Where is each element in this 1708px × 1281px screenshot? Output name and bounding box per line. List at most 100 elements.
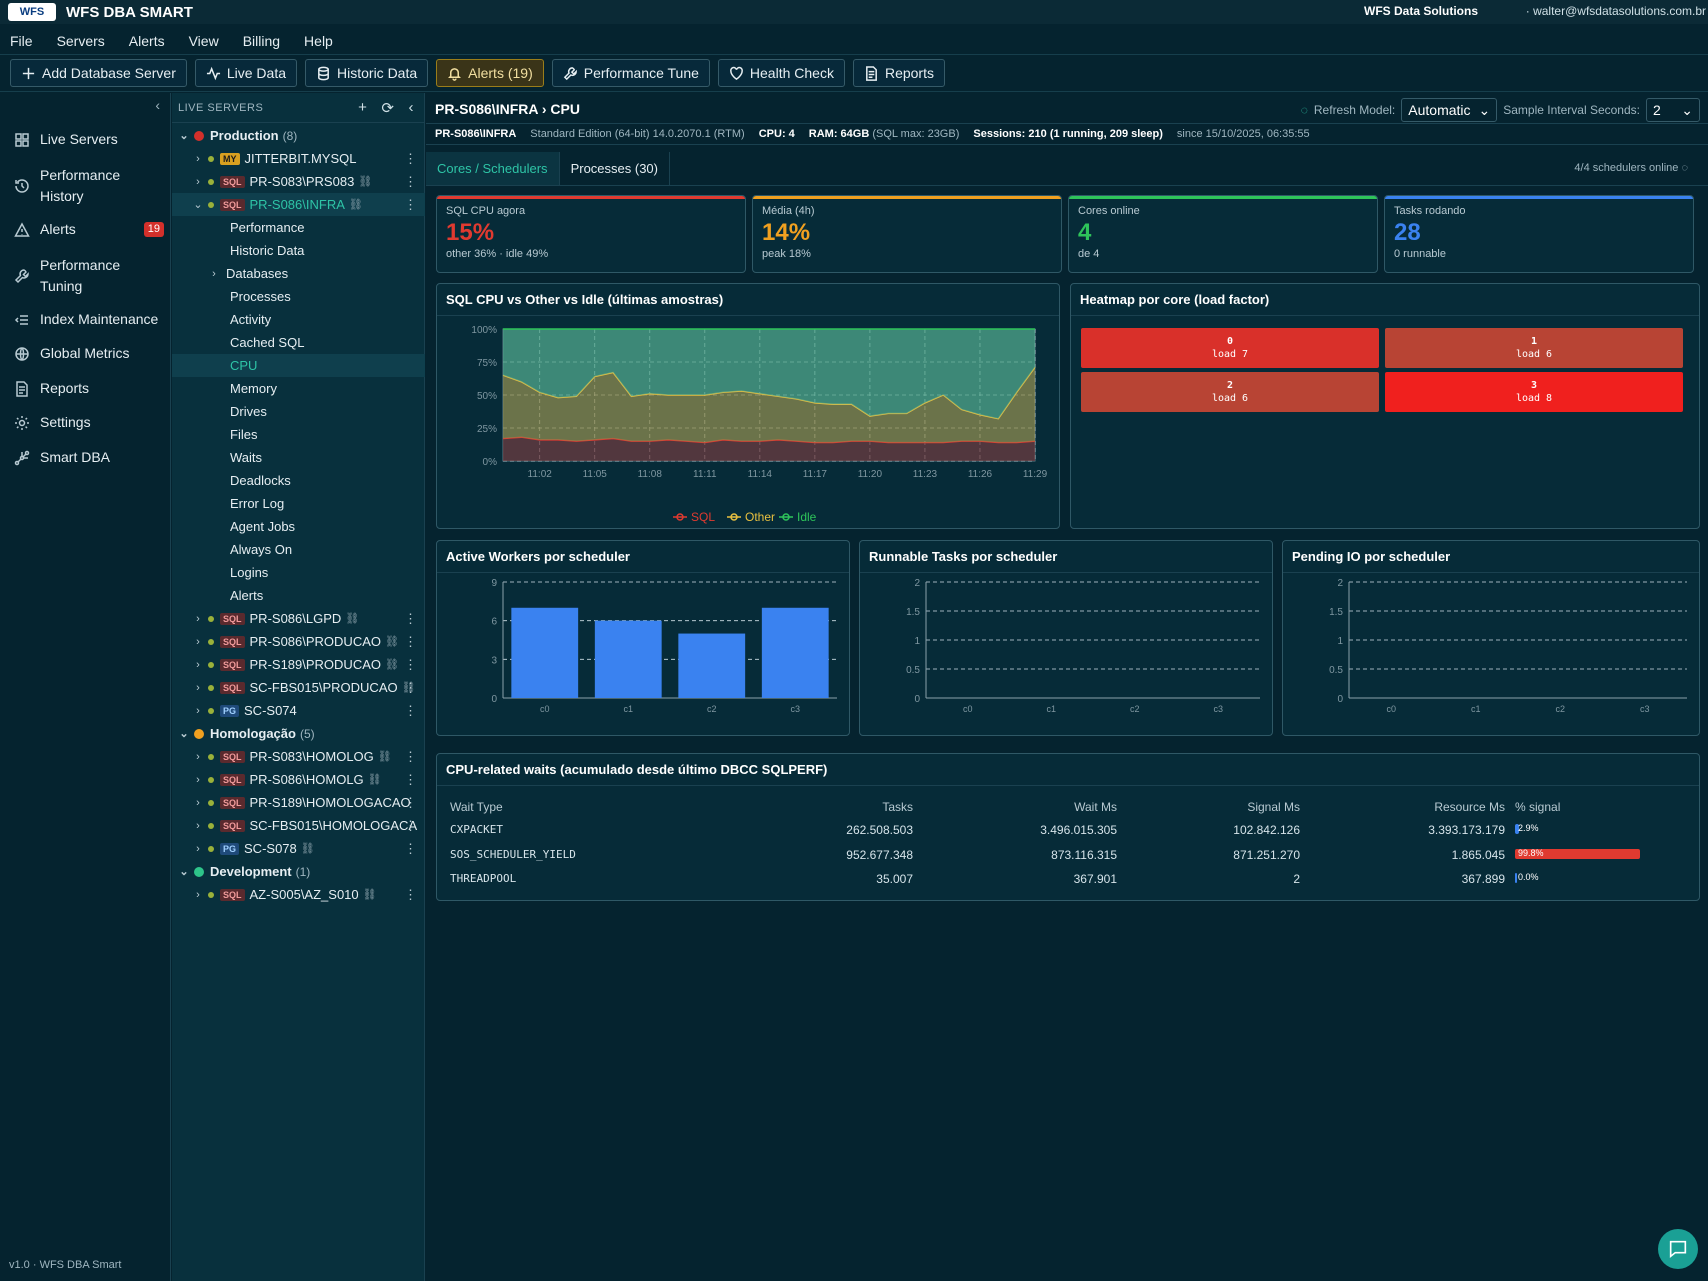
add-database-server-button[interactable]: Add Database Server bbox=[10, 59, 187, 87]
kebab-icon[interactable]: ⋮ bbox=[404, 772, 417, 788]
x-tick-label: 11:29 bbox=[1023, 469, 1048, 480]
nav-live-servers[interactable]: Live Servers bbox=[14, 129, 164, 150]
server-az[interactable]: › SQL AZ-S005\AZ_S010 ⛓ ⋮ bbox=[172, 883, 425, 906]
subitem-logins[interactable]: Logins bbox=[172, 561, 425, 584]
toolbar: Add Database Server Live Data Historic D… bbox=[0, 54, 1708, 92]
subitem-historic-data[interactable]: Historic Data bbox=[172, 239, 425, 262]
subitem-alerts[interactable]: Alerts bbox=[172, 584, 425, 607]
server-producao189[interactable]: › SQL PR-S189\PRODUCAO ⛓ ⋮ bbox=[172, 653, 425, 676]
menu-help[interactable]: Help bbox=[304, 33, 333, 49]
kebab-icon[interactable]: ⋮ bbox=[404, 680, 417, 696]
server-producao086[interactable]: › SQL PR-S086\PRODUCAO ⛓ ⋮ bbox=[172, 630, 425, 653]
nav-reports[interactable]: Reports bbox=[14, 378, 164, 399]
subitem-waits[interactable]: Waits bbox=[172, 446, 425, 469]
kebab-icon[interactable]: ⋮ bbox=[404, 887, 417, 903]
link-icon: ⛓ bbox=[385, 636, 399, 648]
server-jitterbit[interactable]: › MY JITTERBIT.MYSQL ⋮ bbox=[172, 147, 425, 170]
signal-percent-label: 99.8% bbox=[1518, 848, 1544, 858]
kebab-icon[interactable]: ⋮ bbox=[404, 634, 417, 650]
subitem-activity[interactable]: Activity bbox=[172, 308, 425, 331]
subitem-cpu[interactable]: CPU bbox=[172, 354, 425, 377]
health-check-button[interactable]: Health Check bbox=[717, 59, 845, 87]
subitem-agent-jobs[interactable]: Agent Jobs bbox=[172, 515, 425, 538]
refresh-icon[interactable]: ◌ bbox=[1681, 162, 1688, 174]
refresh-model-select[interactable]: Automatic ⌄ bbox=[1401, 98, 1498, 122]
kebab-icon[interactable]: ⋮ bbox=[404, 795, 417, 811]
x-tick-label: c2 bbox=[707, 704, 717, 714]
chevron-down-icon: ⌄ bbox=[1478, 101, 1491, 118]
live-data-button[interactable]: Live Data bbox=[194, 59, 298, 87]
server-schomolog[interactable]: › SQL SC-FBS015\HOMOLOGACA ⋮ bbox=[172, 814, 425, 837]
kebab-icon[interactable]: ⋮ bbox=[404, 818, 417, 834]
kebab-icon[interactable]: ⋮ bbox=[404, 611, 417, 627]
server-lgpd[interactable]: › SQL PR-S086\LGPD ⛓ ⋮ bbox=[172, 607, 425, 630]
warning-icon bbox=[14, 222, 30, 237]
subitem-files[interactable]: Files bbox=[172, 423, 425, 446]
nav-smart-dba[interactable]: Smart DBA bbox=[14, 447, 164, 468]
group-development[interactable]: ⌄ Development (1) bbox=[172, 860, 425, 883]
alerts-button[interactable]: Alerts (19) bbox=[436, 59, 544, 87]
historic-data-button[interactable]: Historic Data bbox=[305, 59, 429, 87]
collapse-nav-icon[interactable]: ‹ bbox=[155, 97, 160, 113]
server-prs083[interactable]: › SQL PR-S083\PRS083 ⛓ ⋮ bbox=[172, 170, 425, 193]
subitem-processes[interactable]: Processes bbox=[172, 285, 425, 308]
server-scproducao[interactable]: › SQL SC-FBS015\PRODUCAO ⛓ ⋮ bbox=[172, 676, 425, 699]
app-logo: WFS bbox=[8, 3, 56, 21]
link-icon: ⛓ bbox=[358, 176, 373, 188]
nav-index-maintenance[interactable]: Index Maintenance bbox=[14, 309, 164, 330]
spinner-icon: ◌ bbox=[1300, 103, 1308, 117]
refresh-icon[interactable]: ⟳ bbox=[381, 99, 394, 117]
kebab-icon[interactable]: ⋮ bbox=[404, 197, 417, 213]
menu-file[interactable]: File bbox=[10, 33, 33, 49]
server-homolog189[interactable]: › SQL PR-S189\HOMOLOGACAO ⋮ bbox=[172, 791, 425, 814]
subitem-databases[interactable]: › Databases bbox=[172, 262, 425, 285]
subitem-performance[interactable]: Performance bbox=[172, 216, 425, 239]
kebab-icon[interactable]: ⋮ bbox=[404, 174, 417, 190]
link-icon: ⛓ bbox=[345, 613, 360, 625]
server-homolog086[interactable]: › SQL PR-S086\HOMOLG ⛓ ⋮ bbox=[172, 768, 425, 791]
globe-icon bbox=[15, 347, 29, 361]
group-homologacao[interactable]: ⌄ Homologação (5) bbox=[172, 722, 425, 745]
menu-servers[interactable]: Servers bbox=[57, 33, 105, 49]
menu-billing[interactable]: Billing bbox=[243, 33, 280, 49]
nav-performance-history[interactable]: Performance History bbox=[14, 165, 164, 207]
signal-percent-label: 2.9% bbox=[1518, 823, 1539, 833]
subitem-cached-sql[interactable]: Cached SQL bbox=[172, 331, 425, 354]
y-tick-label: 0 bbox=[491, 694, 497, 705]
server-s074[interactable]: › PG SC-S074 ⋮ bbox=[172, 699, 425, 722]
active-workers-chart: 0 3 6 9 c0 c1 c2 c3 bbox=[491, 578, 837, 714]
sample-interval-select[interactable]: 2 ⌄ bbox=[1646, 98, 1700, 122]
subitem-always-on[interactable]: Always On bbox=[172, 538, 425, 561]
add-server-icon[interactable]: + bbox=[358, 99, 367, 117]
tab-cores-schedulers[interactable]: Cores / Schedulers bbox=[426, 152, 560, 185]
y-tick-label: 3 bbox=[491, 655, 497, 666]
kebab-icon[interactable]: ⋮ bbox=[404, 841, 417, 857]
server-s078[interactable]: › PG SC-S078 ⛓ ⋮ bbox=[172, 837, 425, 860]
kebab-icon[interactable]: ⋮ bbox=[404, 657, 417, 673]
refresh-controls: ◌ Refresh Model: Automatic ⌄ Sample Inter… bbox=[1301, 98, 1700, 122]
subitem-deadlocks[interactable]: Deadlocks bbox=[172, 469, 425, 492]
collapse-tree-icon[interactable]: ‹ bbox=[409, 99, 415, 117]
nav-performance-tuning[interactable]: Performance Tuning bbox=[14, 255, 164, 297]
nav-settings[interactable]: Settings bbox=[14, 412, 164, 433]
group-production[interactable]: ⌄ Production (8) bbox=[172, 124, 425, 147]
x-tick-label: c0 bbox=[963, 704, 973, 714]
performance-tune-button[interactable]: Performance Tune bbox=[551, 59, 710, 87]
nav-global-metrics[interactable]: Global Metrics bbox=[14, 343, 164, 364]
tab-processes[interactable]: Processes (30) bbox=[560, 152, 670, 185]
server-infra[interactable]: ⌄ SQL PR-S086\INFRA ⛓ ⋮ bbox=[172, 193, 425, 216]
nav-alerts[interactable]: Alerts 19 bbox=[14, 219, 164, 240]
kebab-icon[interactable]: ⋮ bbox=[404, 151, 417, 167]
menu-alerts[interactable]: Alerts bbox=[129, 33, 165, 49]
kebab-icon[interactable]: ⋮ bbox=[404, 703, 417, 719]
y-tick-label: 0 bbox=[1337, 694, 1343, 705]
subitem-drives[interactable]: Drives bbox=[172, 400, 425, 423]
kebab-icon[interactable]: ⋮ bbox=[404, 749, 417, 765]
subitem-error-log[interactable]: Error Log bbox=[172, 492, 425, 515]
subitem-memory[interactable]: Memory bbox=[172, 377, 425, 400]
menu-view[interactable]: View bbox=[189, 33, 219, 49]
chat-button[interactable] bbox=[1658, 1229, 1698, 1269]
legend-other: Other bbox=[745, 510, 775, 524]
reports-button[interactable]: Reports bbox=[852, 59, 945, 87]
server-homolog083[interactable]: › SQL PR-S083\HOMOLOG ⛓ ⋮ bbox=[172, 745, 425, 768]
